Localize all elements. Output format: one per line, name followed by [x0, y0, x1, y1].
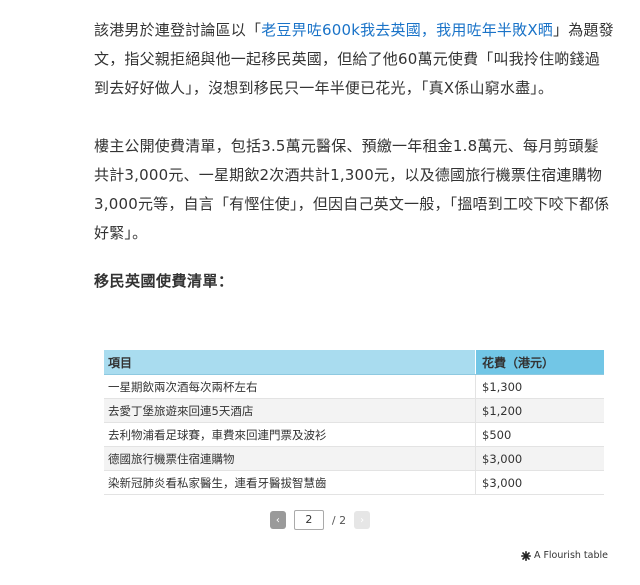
- previous-page-button[interactable]: ‹: [269, 511, 286, 529]
- chevron-right-icon: ›: [360, 514, 365, 526]
- table-row: 一星期飲兩次酒每次兩杯左右 $1,300: [104, 374, 604, 399]
- table-header-row: 項目 花費（港元）: [104, 350, 604, 375]
- article-paragraph-1: 該港男於連登討論區以「老豆畀咗600k我去英國，我用咗年半敗X晒」為題發文，指父…: [94, 16, 614, 103]
- table-cell-item: 染新冠肺炎看私家醫生，連看牙醫拔智慧齒: [104, 470, 476, 495]
- page-number-input[interactable]: [293, 510, 324, 530]
- page-total: / 2: [331, 513, 347, 527]
- table-row: 染新冠肺炎看私家醫生，連看牙醫拔智慧齒 $3,000: [104, 470, 604, 495]
- column-header-cost[interactable]: 花費（港元）: [475, 350, 604, 375]
- table-cell-cost: $500: [475, 422, 604, 447]
- table-cell-item: 去愛丁堡旅遊來回連5天酒店: [104, 398, 476, 423]
- section-title: 移民英國使費清單：: [94, 272, 234, 290]
- column-header-item[interactable]: 項目: [104, 350, 476, 375]
- chevron-left-icon: ‹: [275, 514, 280, 526]
- flourish-credit-link[interactable]: A Flourish table: [520, 550, 608, 561]
- expense-table: 項目 花費（港元） 一星期飲兩次酒每次兩杯左右 $1,300 去愛丁堡旅遊來回連…: [104, 350, 604, 495]
- forum-thread-link[interactable]: 老豆畀咗600k我去英國，我用咗年半敗X晒: [261, 21, 553, 39]
- table-cell-item: 去利物浦看足球賽，車費來回連門票及波衫: [104, 422, 476, 447]
- table-cell-item: 一星期飲兩次酒每次兩杯左右: [104, 374, 476, 399]
- table-row: 德國旅行機票住宿連購物 $3,000: [104, 446, 604, 471]
- table-cell-cost: $1,200: [475, 398, 604, 423]
- table-pagination: ‹ / 2 ›: [0, 510, 640, 530]
- flourish-logo-icon: [520, 550, 531, 561]
- table-cell-cost: $3,000: [475, 446, 604, 471]
- table-cell-item: 德國旅行機票住宿連購物: [104, 446, 476, 471]
- table-row: 去利物浦看足球賽，車費來回連門票及波衫 $500: [104, 422, 604, 447]
- flourish-credit-text: A Flourish table: [533, 550, 608, 561]
- table-row: 去愛丁堡旅遊來回連5天酒店 $1,200: [104, 398, 604, 423]
- next-page-button[interactable]: ›: [354, 511, 371, 529]
- article-paragraph-2: 樓主公開使費清單，包括3.5萬元醫保、預繳一年租金1.8萬元、每月剪頭髮共計3,…: [94, 137, 610, 242]
- table-cell-cost: $1,300: [475, 374, 604, 399]
- table-cell-cost: $3,000: [475, 470, 604, 495]
- article-body: 該港男於連登討論區以「老豆畀咗600k我去英國，我用咗年半敗X晒」為題發文，指父…: [94, 16, 614, 248]
- paragraph-text: 該港男於連登討論區以「: [94, 21, 262, 39]
